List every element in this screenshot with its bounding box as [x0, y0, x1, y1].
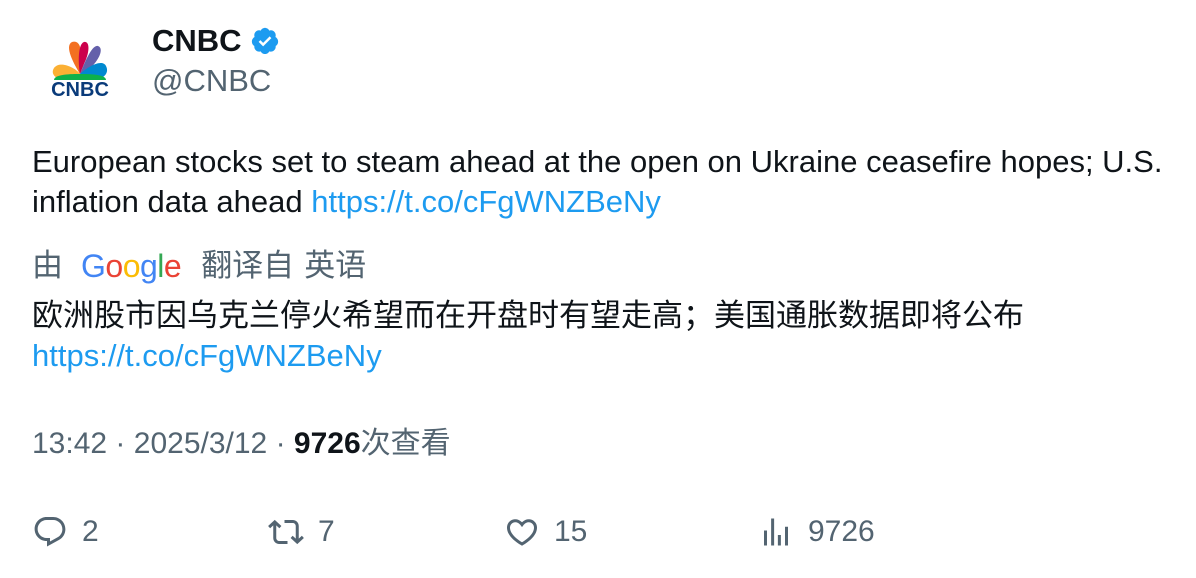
translated-from-label: 翻译自 — [201, 248, 295, 283]
views-count: 9726 — [293, 427, 361, 460]
translated-body: 欧洲股市因乌克兰停火希望而在开盘时有望走高；美国通胀数据即将公布 — [32, 298, 1024, 333]
retweet-icon — [268, 519, 304, 545]
author-handle[interactable]: @CNBC — [152, 62, 271, 100]
meta-separator: · — [115, 427, 126, 460]
translation-prefix: 由 — [32, 248, 63, 283]
views-label: 次查看 — [360, 427, 451, 460]
translated-text: 欧洲股市因乌克兰停火希望而在开盘时有望走高；美国通胀数据即将公布 https:/… — [32, 296, 1172, 376]
tweet-meta: 13:42 · 2025/3/12 · 9726次查看 — [32, 424, 451, 464]
heart-icon — [506, 519, 538, 546]
tweet-link[interactable]: https://t.co/cFgWNZBeNy — [311, 184, 661, 219]
reply-button[interactable]: 2 — [32, 510, 99, 554]
bar-chart-icon — [764, 518, 788, 546]
action-bar: 2 7 15 9726 — [32, 510, 1172, 554]
views-button[interactable]: 9726 — [758, 510, 875, 554]
tweet-time[interactable]: 13:42 — [32, 427, 107, 460]
retweet-count: 7 — [318, 515, 335, 548]
translation-attribution: 由 Google 翻译自 英语 — [32, 246, 366, 286]
google-logo: Google — [81, 248, 182, 284]
translated-link[interactable]: https://t.co/cFgWNZBeNy — [32, 336, 1172, 376]
verified-badge-icon[interactable] — [250, 26, 280, 56]
author-name[interactable]: CNBC — [152, 22, 280, 60]
like-button[interactable]: 15 — [504, 510, 587, 554]
avatar-logo-text: CNBC — [51, 79, 109, 101]
tweet-text: European stocks set to steam ahead at th… — [32, 142, 1172, 222]
source-language: 英语 — [304, 248, 367, 283]
reply-count: 2 — [82, 515, 99, 548]
tweet-date[interactable]: 2025/3/12 — [134, 427, 267, 460]
reply-icon — [34, 517, 66, 547]
views-action-count: 9726 — [808, 515, 875, 548]
cnbc-peacock-logo: CNBC — [51, 41, 109, 101]
retweet-button[interactable]: 7 — [268, 510, 335, 554]
avatar[interactable]: CNBC — [40, 36, 120, 104]
like-count: 15 — [554, 515, 588, 548]
author-name-text: CNBC — [152, 23, 242, 58]
meta-separator: · — [275, 427, 286, 460]
